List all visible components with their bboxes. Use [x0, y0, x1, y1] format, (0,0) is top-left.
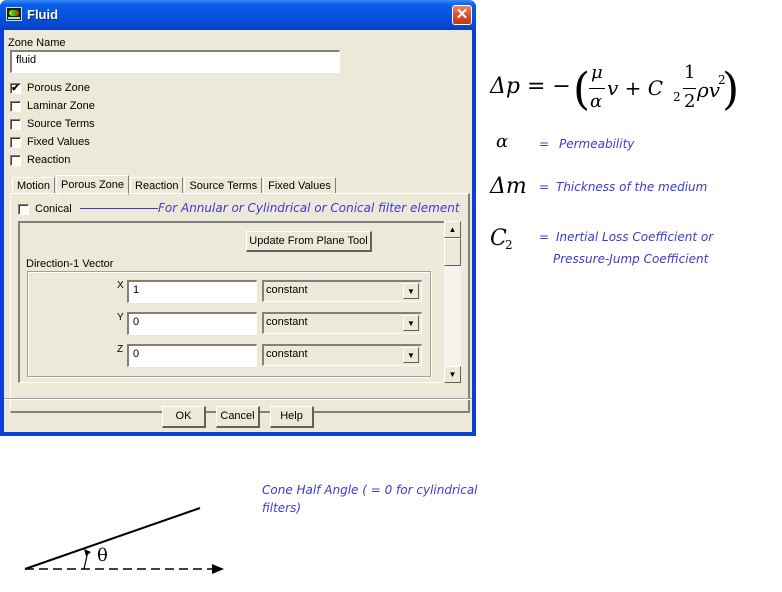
fluid-dialog: Fluid ✕ Zone Name fluid ✔ Porous Zone La…: [0, 0, 476, 436]
c2-definition-line2: Pressure-Jump Coefficient: [553, 252, 709, 266]
zone-name-input[interactable]: fluid: [10, 50, 340, 73]
alpha-equals: =: [539, 137, 550, 151]
x-method-dropdown[interactable]: constant ▼: [262, 280, 422, 302]
checkbox-label: Fixed Values: [27, 136, 90, 148]
arrow-down-icon: ▼: [448, 370, 457, 379]
tab-strip: Motion Porous Zone Reaction Source Terms…: [12, 174, 337, 195]
checkbox-box[interactable]: [10, 100, 21, 112]
fraction-bar-half: [683, 88, 696, 89]
axis-arrowhead: [212, 564, 224, 574]
c2-equals: =: [539, 230, 550, 244]
equation-lhs: Δp = −: [490, 74, 571, 99]
delta-m-definition: Thickness of the medium: [556, 180, 708, 194]
checkbox-label: Source Terms: [27, 118, 95, 130]
theta-label: θ: [97, 545, 108, 566]
cancel-button[interactable]: Cancel: [216, 406, 260, 428]
cone-angle-note-line1: Cone Half Angle ( = 0 for cylindrical: [262, 483, 478, 497]
direction-1-vector-label: Direction-1 Vector: [26, 258, 114, 270]
checkbox-box[interactable]: [10, 154, 21, 166]
source-terms-checkbox[interactable]: Source Terms: [10, 118, 95, 130]
x-method-value: constant: [266, 284, 308, 296]
z-method-value: constant: [266, 348, 308, 360]
zone-name-label: Zone Name: [8, 37, 66, 49]
conical-annotation: For Annular or Cylindrical or Conical fi…: [158, 201, 460, 215]
fraction-bar: [589, 88, 605, 89]
conical-checkbox[interactable]: Conical: [18, 203, 72, 215]
scroll-thumb[interactable]: [444, 238, 461, 266]
chevron-down-icon[interactable]: ▼: [403, 283, 419, 299]
x-axis-label: X: [117, 280, 124, 291]
alpha-symbol: α: [496, 131, 509, 152]
equation-c-subscript: 2: [673, 90, 681, 104]
dialog-client-area: Zone Name fluid ✔ Porous Zone Laminar Zo…: [4, 30, 472, 432]
equation-mu: μ: [591, 62, 603, 83]
y-value-input[interactable]: 0: [127, 312, 257, 335]
scroll-down-button[interactable]: ▼: [444, 366, 461, 383]
chevron-down-icon[interactable]: ▼: [403, 347, 419, 363]
c2-subscript: 2: [505, 238, 513, 252]
z-method-dropdown[interactable]: constant ▼: [262, 344, 422, 366]
tab-motion[interactable]: Motion: [12, 177, 56, 194]
checkbox-label: Laminar Zone: [27, 100, 95, 112]
y-method-value: constant: [266, 316, 308, 328]
close-icon: ✕: [455, 6, 469, 23]
checkbox-box[interactable]: [10, 136, 21, 148]
close-button[interactable]: ✕: [452, 5, 472, 25]
checkbox-box[interactable]: ✔: [10, 82, 21, 94]
scroll-up-button[interactable]: ▲: [444, 221, 461, 238]
annotation-leader-line: [80, 208, 158, 209]
equation-v-plus-c: v + C: [607, 76, 664, 100]
c2-definition-line1: Inertial Loss Coefficient or: [556, 230, 714, 244]
arrow-up-icon: ▲: [448, 225, 457, 234]
button-separator: [4, 398, 472, 400]
alpha-definition: Permeability: [559, 137, 635, 151]
delta-m-symbol: Δm: [490, 174, 527, 199]
tab-porous-zone[interactable]: Porous Zone: [56, 175, 130, 195]
fixed-values-checkbox[interactable]: Fixed Values: [10, 136, 90, 148]
chevron-down-icon[interactable]: ▼: [403, 315, 419, 331]
update-from-plane-tool-button[interactable]: Update From Plane Tool: [246, 231, 372, 252]
y-axis-label: Y: [117, 312, 124, 323]
vertical-scrollbar[interactable]: ▲ ▼: [444, 221, 461, 383]
equation-one: 1: [684, 62, 696, 83]
z-axis-label: Z: [117, 344, 124, 355]
app-icon: [6, 7, 22, 21]
porous-zone-checkbox[interactable]: ✔ Porous Zone: [10, 82, 90, 94]
left-paren: (: [573, 64, 591, 115]
ok-button[interactable]: OK: [162, 406, 206, 428]
cone-angle-note-line2: filters): [262, 501, 302, 515]
tab-fixed-values[interactable]: Fixed Values: [263, 177, 336, 194]
right-paren: ): [722, 64, 740, 115]
cone-angle-diagram: [24, 507, 224, 574]
equation-alpha: α: [590, 91, 603, 112]
tab-source-terms[interactable]: Source Terms: [184, 177, 263, 194]
cone-wall-line: [24, 507, 201, 570]
x-value-input[interactable]: 1: [127, 280, 257, 303]
title-bar[interactable]: Fluid ✕: [0, 0, 476, 30]
checkbox-label: Porous Zone: [27, 82, 90, 94]
checkbox-label: Reaction: [27, 154, 71, 166]
window-title: Fluid: [27, 7, 59, 22]
reaction-checkbox[interactable]: Reaction: [10, 154, 70, 166]
equation-rho-v: ρv: [697, 78, 721, 102]
checkbox-label: Conical: [35, 203, 72, 215]
z-value-input[interactable]: 0: [127, 344, 257, 367]
checkbox-box[interactable]: [10, 118, 21, 130]
help-button[interactable]: Help: [270, 406, 314, 428]
equation-two: 2: [684, 91, 696, 112]
delta-m-equals: =: [539, 180, 550, 194]
checkbox-box[interactable]: [18, 203, 29, 215]
tab-reaction[interactable]: Reaction: [130, 177, 184, 194]
laminar-zone-checkbox[interactable]: Laminar Zone: [10, 100, 95, 112]
y-method-dropdown[interactable]: constant ▼: [262, 312, 422, 334]
